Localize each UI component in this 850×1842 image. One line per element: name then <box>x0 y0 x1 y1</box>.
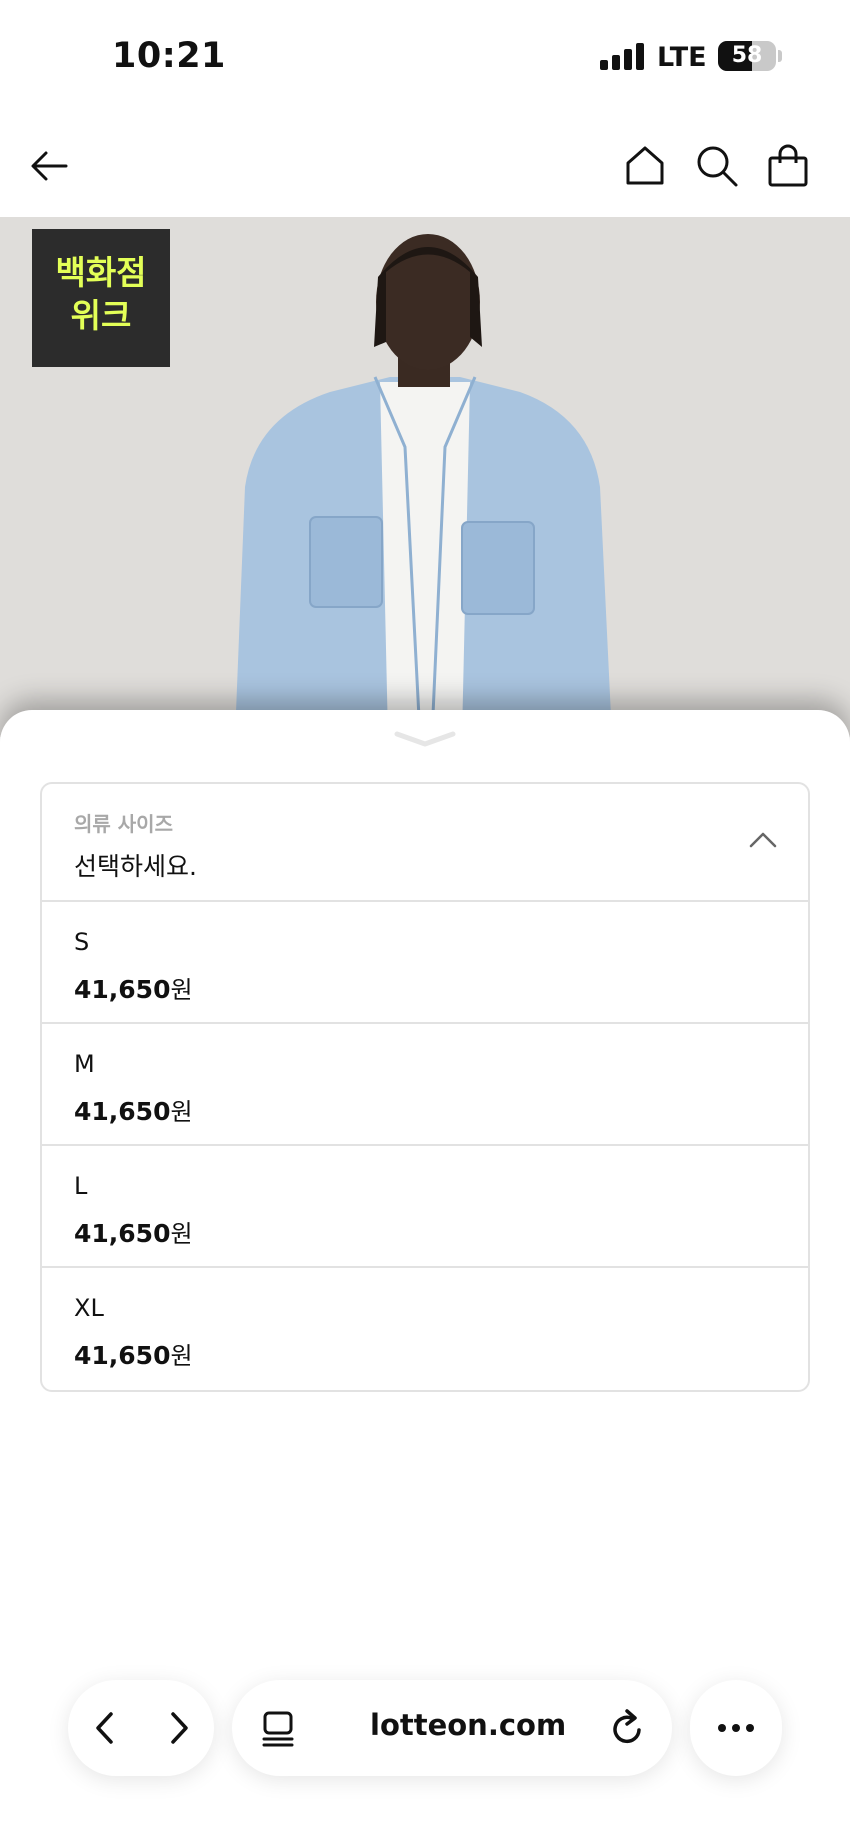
reload-icon[interactable] <box>608 1708 646 1748</box>
status-bar: 10:21 LTE 58 <box>0 0 850 115</box>
promo-badge: 백화점 위크 <box>32 229 170 367</box>
chevron-left-icon[interactable] <box>90 1710 120 1746</box>
browser-toolbar: lotteon.com <box>0 1660 850 1842</box>
option-name: L <box>74 1172 88 1200</box>
home-icon[interactable] <box>622 143 668 189</box>
option-price-amount: 41,650 <box>74 1097 171 1126</box>
option-price-currency: 원 <box>170 1342 193 1370</box>
size-select-header[interactable]: 의류 사이즈 선택하세요. <box>42 784 808 902</box>
option-price-amount: 41,650 <box>74 1219 171 1248</box>
size-select-value: 선택하세요. <box>74 852 197 881</box>
more-icon[interactable] <box>716 1722 756 1734</box>
chevron-right-icon[interactable] <box>164 1710 194 1746</box>
badge-line-1: 백화점 <box>55 253 147 292</box>
address-bar[interactable]: lotteon.com <box>232 1680 672 1776</box>
browser-nav-pill <box>68 1680 214 1776</box>
signal-icon <box>600 43 644 70</box>
more-pill <box>690 1680 782 1776</box>
option-price-currency: 원 <box>170 976 193 1004</box>
option-price-currency: 원 <box>170 1220 193 1248</box>
option-price: 41,650원 <box>74 970 808 1005</box>
option-price: 41,650원 <box>74 1214 808 1249</box>
option-price-amount: 41,650 <box>74 975 171 1004</box>
size-select-label: 의류 사이즈 <box>74 812 173 836</box>
search-icon[interactable] <box>694 143 740 189</box>
battery-icon: 58 <box>718 41 776 71</box>
arrow-left-icon[interactable] <box>26 143 72 189</box>
size-option-s[interactable]: S 41,650원 <box>42 902 808 1024</box>
url-text: lotteon.com <box>370 1708 567 1742</box>
chevron-up-icon <box>749 832 777 848</box>
network-type: LTE <box>657 42 707 73</box>
option-price-amount: 41,650 <box>74 1341 171 1370</box>
battery-tip <box>778 50 782 62</box>
option-price: 41,650원 <box>74 1092 808 1127</box>
option-price-currency: 원 <box>170 1098 193 1126</box>
sheet-collapse-icon[interactable] <box>393 728 457 748</box>
top-nav <box>0 115 850 217</box>
tabs-icon[interactable] <box>260 1710 296 1748</box>
option-name: XL <box>74 1294 104 1322</box>
size-option-m[interactable]: M 41,650원 <box>42 1024 808 1146</box>
option-name: S <box>74 928 90 956</box>
option-name: M <box>74 1050 95 1078</box>
badge-line-2: 위크 <box>70 296 132 335</box>
option-price: 41,650원 <box>74 1336 808 1371</box>
shopping-bag-icon[interactable] <box>765 143 811 189</box>
size-select: 의류 사이즈 선택하세요. S 41,650원 M 41,650원 L 41,6… <box>40 782 810 1392</box>
battery-level: 58 <box>731 43 763 68</box>
product-image: 백화점 위크 <box>0 217 850 737</box>
size-option-l[interactable]: L 41,650원 <box>42 1146 808 1268</box>
size-option-xl[interactable]: XL 41,650원 <box>42 1268 808 1390</box>
status-time: 10:21 <box>112 36 226 76</box>
